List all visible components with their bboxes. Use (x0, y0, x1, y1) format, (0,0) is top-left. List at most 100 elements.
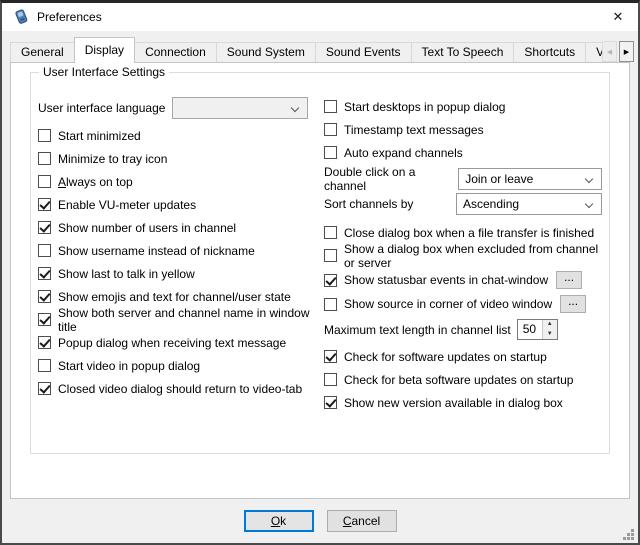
checkbox-icon (324, 350, 337, 363)
checkbox-enable-vu-meter-updates[interactable]: Enable VU-meter updates (38, 197, 316, 212)
right-checkbox-list-top: Start desktops in popup dialog Timestamp… (324, 99, 602, 160)
sort-channels-select[interactable]: Ascending (456, 193, 602, 215)
ok-button[interactable]: Ok (244, 510, 314, 532)
chevron-down-icon (291, 104, 299, 112)
window-title: Preferences (37, 10, 102, 24)
checkbox-show-emojis-and-text-for-channel-user-state[interactable]: Show emojis and text for channel/user st… (38, 289, 316, 304)
tab-display[interactable]: Display (74, 37, 135, 63)
language-select[interactable] (172, 97, 308, 119)
checkbox-icon (324, 274, 337, 287)
user-interface-settings-group: User Interface Settings User interface l… (30, 72, 610, 454)
checkbox-icon (38, 129, 51, 142)
checkbox-show-a-dialog-box-when-excluded-from-channel-or-server[interactable]: Show a dialog box when excluded from cha… (324, 248, 602, 263)
checkbox-icon (38, 313, 51, 326)
checkbox-label: Show statusbar events in chat-window (344, 273, 548, 287)
close-icon[interactable]: ✕ (606, 9, 630, 25)
checkbox-label: Show last to talk in yellow (58, 267, 195, 281)
checkbox-icon (324, 373, 337, 386)
resize-grip[interactable] (622, 528, 635, 541)
spin-down-icon[interactable]: ▼ (543, 330, 557, 340)
checkbox-start-minimized[interactable]: Start minimized (38, 128, 316, 143)
right-checkbox-list-mid: Close dialog box when a file transfer is… (324, 225, 602, 263)
tab-label: Sound Events (326, 45, 401, 59)
checkbox-always-on-top[interactable]: Always on top (38, 174, 316, 189)
tab-general[interactable]: General (10, 42, 75, 62)
checkbox-popup-dialog-when-receiving-text-message[interactable]: Popup dialog when receiving text message (38, 335, 316, 350)
checkbox-timestamp-text-messages[interactable]: Timestamp text messages (324, 122, 602, 137)
checkbox-label: Show username instead of nickname (58, 244, 255, 258)
max-text-length-spinner[interactable]: 50 ▲ ▼ (517, 319, 558, 340)
right-column: Start desktops in popup dialog Timestamp… (316, 73, 602, 453)
checkbox-auto-expand-channels[interactable]: Auto expand channels (324, 145, 602, 160)
tab-text-to-speech[interactable]: Text To Speech (411, 42, 515, 62)
spin-up-icon[interactable]: ▲ (543, 320, 557, 330)
double-click-select[interactable]: Join or leave (458, 168, 602, 190)
tab-label: Shortcuts (524, 45, 575, 59)
checkbox-label: Popup dialog when receiving text message (58, 336, 286, 350)
checkbox-show-statusbar-events[interactable]: Show statusbar events in chat-window ... (324, 271, 602, 289)
checkbox-icon (324, 298, 337, 311)
checkbox-minimize-to-tray-icon[interactable]: Minimize to tray icon (38, 151, 316, 166)
checkbox-start-desktops-in-popup-dialog[interactable]: Start desktops in popup dialog (324, 99, 602, 114)
language-row: User interface language (38, 97, 316, 119)
checkbox-start-video-in-popup-dialog[interactable]: Start video in popup dialog (38, 358, 316, 373)
tab-bar: General Display Connection Sound System … (10, 37, 604, 63)
right-checkbox-list-bottom: Check for software updates on startup Ch… (324, 349, 602, 410)
title-bar[interactable]: Preferences ✕ (2, 3, 638, 31)
checkbox-label: Enable VU-meter updates (58, 198, 196, 212)
app-icon (13, 9, 29, 25)
max-text-length-row: Maximum text length in channel list 50 ▲… (324, 319, 602, 340)
button-bar: Ok Cancel (2, 499, 638, 543)
checkbox-icon (324, 146, 337, 159)
checkbox-label: Show a dialog box when excluded from cha… (344, 242, 602, 270)
tab-shortcuts[interactable]: Shortcuts (513, 42, 586, 62)
cancel-button[interactable]: Cancel (327, 510, 397, 532)
checkbox-show-username-instead-of-nickname[interactable]: Show username instead of nickname (38, 243, 316, 258)
video-source-config-button[interactable]: ... (560, 295, 586, 313)
tab-scroll-left-icon[interactable]: ◀ (602, 41, 617, 62)
checkbox-show-last-to-talk-in-yellow[interactable]: Show last to talk in yellow (38, 266, 316, 281)
tab-sound-events[interactable]: Sound Events (315, 42, 412, 62)
checkbox-label: Closed video dialog should return to vid… (58, 382, 302, 396)
statusbar-events-config-button[interactable]: ... (556, 271, 582, 289)
tab-label: Text To Speech (422, 45, 504, 59)
groupbox-title: User Interface Settings (39, 65, 169, 79)
checkbox-label: Start minimized (58, 129, 141, 143)
checkbox-icon (324, 100, 337, 113)
tab-strip: General Display Connection Sound System … (2, 37, 638, 63)
chevron-down-icon (585, 200, 593, 208)
double-click-label: Double click on a channel (324, 165, 458, 193)
checkbox-label: Start video in popup dialog (58, 359, 200, 373)
spinner-value: 50 (518, 320, 542, 339)
tab-label: Connection (145, 45, 206, 59)
checkbox-icon (324, 396, 337, 409)
sort-channels-row: Sort channels by Ascending (324, 193, 602, 215)
tab-scroll-buttons: ◀ ▶ (602, 41, 634, 62)
checkbox-label: Check for software updates on startup (344, 350, 547, 364)
checkbox-label: Always on top (58, 175, 133, 189)
checkbox-label: Minimize to tray icon (58, 152, 167, 166)
checkbox-show-new-version-available-in-dialog-box[interactable]: Show new version available in dialog box (324, 395, 602, 410)
checkbox-label: Close dialog box when a file transfer is… (344, 226, 594, 240)
tab-label: General (21, 45, 64, 59)
checkbox-close-dialog-box-when-a-file-transfer-is-finished[interactable]: Close dialog box when a file transfer is… (324, 225, 602, 240)
checkbox-label: Show number of users in channel (58, 221, 236, 235)
checkbox-check-for-beta-software-updates-on-startup[interactable]: Check for beta software updates on start… (324, 372, 602, 387)
max-text-length-label: Maximum text length in channel list (324, 323, 511, 337)
checkbox-closed-video-dialog-should-return-to-video-tab[interactable]: Closed video dialog should return to vid… (38, 381, 316, 396)
tab-connection[interactable]: Connection (134, 42, 217, 62)
checkbox-icon (38, 267, 51, 280)
left-column: User interface language Start minimized (38, 73, 316, 453)
language-label: User interface language (38, 101, 172, 115)
checkbox-show-video-source[interactable]: Show source in corner of video window ..… (324, 295, 602, 313)
checkbox-show-both-server-and-channel-name-in-window-title[interactable]: Show both server and channel name in win… (38, 312, 316, 327)
checkbox-label: Auto expand channels (344, 146, 463, 160)
checkbox-check-for-software-updates-on-startup[interactable]: Check for software updates on startup (324, 349, 602, 364)
checkbox-label: Show new version available in dialog box (344, 396, 563, 410)
checkbox-icon (38, 244, 51, 257)
checkbox-icon (38, 290, 51, 303)
checkbox-icon (38, 198, 51, 211)
tab-sound-system[interactable]: Sound System (216, 42, 316, 62)
checkbox-show-number-of-users-in-channel[interactable]: Show number of users in channel (38, 220, 316, 235)
tab-scroll-right-icon[interactable]: ▶ (619, 41, 634, 62)
